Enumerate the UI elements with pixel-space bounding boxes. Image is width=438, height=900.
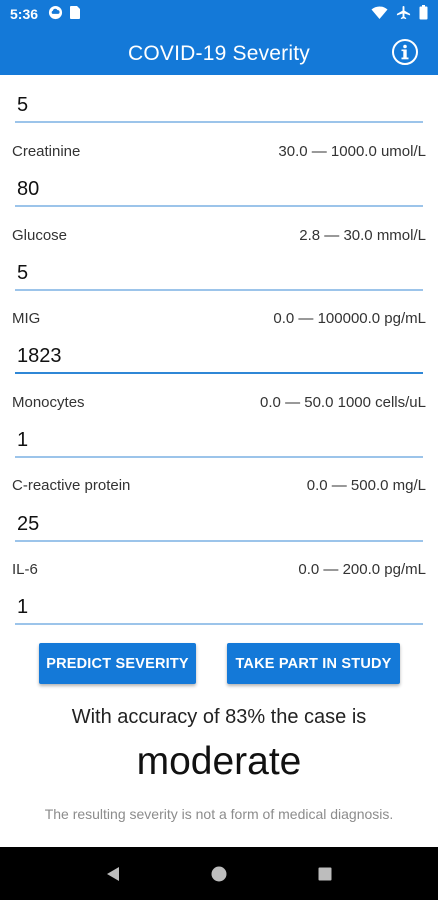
- field-underline: [15, 623, 423, 625]
- c-reactive-protein-input[interactable]: 25: [17, 513, 39, 536]
- recents-icon: [318, 867, 332, 880]
- result-accuracy-text: With accuracy of 83% the case is: [71, 706, 367, 728]
- field-label: IL-6: [12, 561, 38, 578]
- field-underline: [15, 121, 423, 123]
- field-input-previous[interactable]: 5: [17, 94, 28, 117]
- field-header-mig: MIG 0.0 — 100000.0 pg/mL: [12, 310, 426, 327]
- il-6-input[interactable]: 1: [17, 596, 28, 619]
- mig-input[interactable]: 1823: [17, 345, 62, 368]
- field-label: Monocytes: [12, 394, 85, 411]
- field-label: Glucose: [12, 227, 68, 244]
- recents-button[interactable]: [305, 854, 345, 894]
- navigation-bar: [0, 847, 438, 900]
- creatinine-input[interactable]: 80: [17, 178, 39, 201]
- wifi-icon: [371, 5, 388, 23]
- result-severity: moderate: [136, 740, 302, 783]
- status-bar: 5:36: [0, 0, 438, 28]
- field-underline: [15, 289, 423, 291]
- app-bar: 5:36 COVID-19 Severity: [0, 0, 438, 75]
- field-label: Creatinine: [12, 143, 81, 160]
- field-underline-active: [15, 372, 423, 374]
- field-underline: [15, 205, 423, 207]
- field-range: 30.0 — 1000.0 umol/L: [278, 143, 426, 160]
- battery-icon: [419, 5, 428, 23]
- disclaimer-text: The resulting severity is not a form of …: [44, 806, 394, 822]
- field-header-il-6: IL-6 0.0 — 200.0 pg/mL: [12, 561, 426, 578]
- predict-severity-button[interactable]: PREDICT SEVERITY: [39, 643, 196, 684]
- glucose-input[interactable]: 5: [17, 262, 28, 285]
- field-range: 0.0 — 500.0 mg/L: [306, 477, 426, 494]
- field-header-creatinine: Creatinine 30.0 — 1000.0 umol/L: [12, 143, 426, 160]
- field-range: 0.0 — 100000.0 pg/mL: [273, 310, 426, 327]
- field-label: C-reactive protein: [12, 477, 131, 494]
- info-button[interactable]: [390, 37, 420, 67]
- home-icon: [211, 866, 227, 881]
- status-time: 5:36: [10, 6, 39, 22]
- cloud-icon: [48, 5, 63, 23]
- info-icon: [392, 39, 418, 65]
- field-label: MIG: [12, 310, 41, 327]
- take-part-in-study-button[interactable]: TAKE PART IN STUDY: [227, 643, 400, 684]
- field-range: 0.0 — 200.0 pg/mL: [298, 561, 426, 578]
- field-underline: [15, 456, 423, 458]
- field-underline: [15, 540, 423, 542]
- field-header-c-reactive-protein: C-reactive protein 0.0 — 500.0 mg/L: [12, 477, 426, 494]
- field-header-monocytes: Monocytes 0.0 — 50.0 1000 cells/uL: [12, 394, 426, 411]
- home-button[interactable]: [199, 854, 239, 894]
- airplane-icon: [396, 5, 411, 23]
- field-range: 0.0 — 50.0 1000 cells/uL: [260, 394, 426, 411]
- back-button[interactable]: [93, 854, 133, 894]
- app-title: COVID-19 Severity: [128, 42, 310, 65]
- title-row: COVID-19 Severity: [0, 36, 438, 72]
- field-range: 2.8 — 30.0 mmol/L: [299, 227, 426, 244]
- monocytes-input[interactable]: 1: [17, 429, 28, 452]
- field-header-glucose: Glucose 2.8 — 30.0 mmol/L: [12, 227, 426, 244]
- sim-card-icon: [69, 5, 81, 23]
- back-icon: [107, 866, 119, 881]
